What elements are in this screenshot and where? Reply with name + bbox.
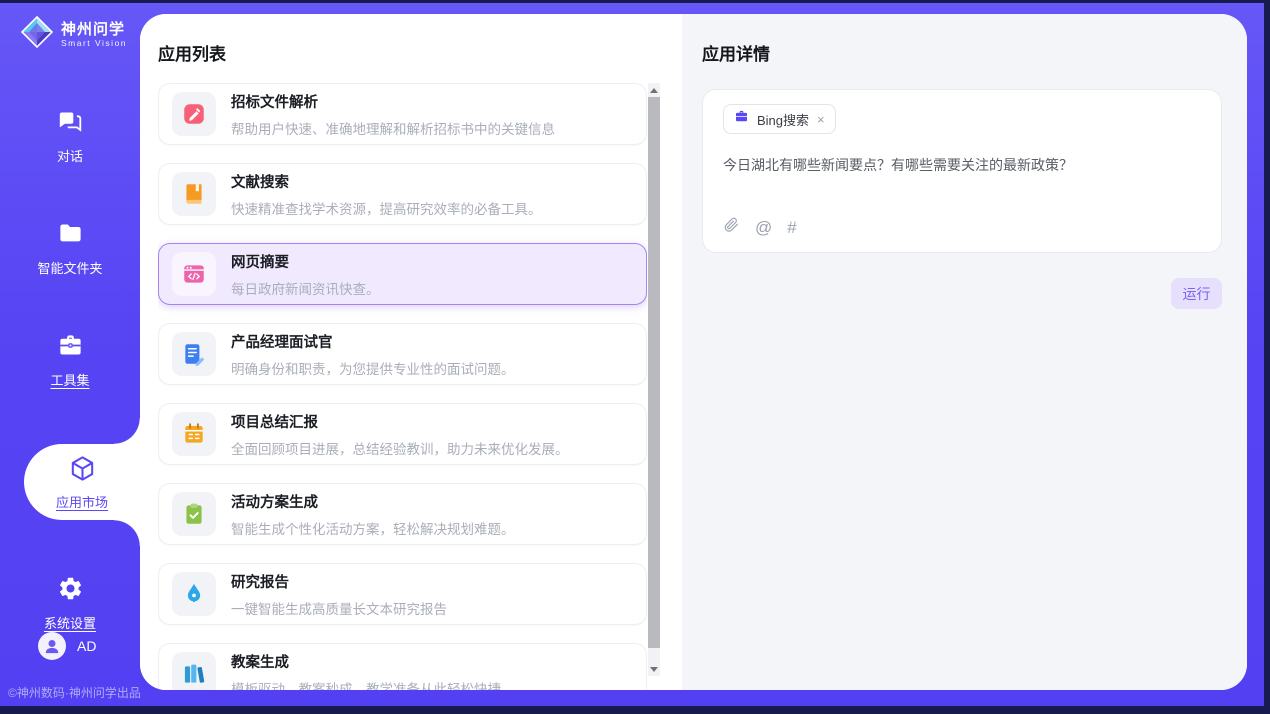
app-description: 快速精准查找学术资源，提高研究效率的必备工具。 — [231, 198, 542, 218]
brand-diamond-icon — [20, 15, 54, 54]
app-frame: 神州问学 Smart Vision 对话 — [0, 3, 1264, 706]
sidebar-item-label: 系统设置 — [44, 613, 96, 632]
sidebar-item-settings[interactable]: 系统设置 — [0, 575, 140, 632]
user-account[interactable]: AD — [38, 632, 140, 660]
research-report-icon — [172, 572, 216, 616]
sidebar-item-label: 工具集 — [50, 370, 89, 389]
sidebar-item-label: 智能文件夹 — [37, 258, 102, 277]
briefcase-icon — [734, 109, 749, 129]
toolbox-icon — [57, 332, 84, 362]
app-list-title: 应用列表 — [158, 40, 682, 65]
app-list-item[interactable]: 文献搜索 快速精准查找学术资源，提高研究效率的必备工具。 — [158, 163, 647, 225]
event-plan-icon — [172, 492, 216, 536]
user-name: AD — [77, 638, 96, 654]
app-description: 全面回顾项目进展，总结经验教训，助力未来优化发展。 — [231, 438, 569, 458]
sidebar-item-smart-folder[interactable]: 智能文件夹 — [0, 220, 140, 277]
app-name: 项目总结汇报 — [231, 411, 569, 432]
tool-chip-bing-search[interactable]: Bing搜索 × — [723, 104, 836, 134]
app-list-item[interactable]: 网页摘要 每日政府新闻资讯快查。 — [158, 243, 647, 305]
app-list-scrollbar[interactable] — [648, 83, 660, 676]
scroll-down-button[interactable] — [648, 662, 660, 676]
sidebar-nav: 对话 智能文件夹 工具集 — [0, 54, 140, 632]
app-list-item[interactable]: 活动方案生成 智能生成个性化活动方案，轻松解决规划难题。 — [158, 483, 647, 545]
prompt-toolbar: @ # — [723, 216, 1201, 240]
app-description: 智能生成个性化活动方案，轻松解决规划难题。 — [231, 518, 515, 538]
chat-icon — [57, 108, 84, 138]
avatar — [38, 632, 66, 660]
app-name: 网页摘要 — [231, 251, 380, 272]
tender-doc-icon — [172, 92, 216, 136]
close-icon[interactable]: × — [817, 113, 825, 126]
app-name: 教案生成 — [231, 651, 501, 672]
sidebar: 神州问学 Smart Vision 对话 — [0, 3, 140, 706]
app-list-item[interactable]: 招标文件解析 帮助用户快速、准确地理解和解析招标书中的关键信息 — [158, 83, 647, 145]
app-list-item[interactable]: 项目总结汇报 全面回顾项目进展，总结经验教训，助力未来优化发展。 — [158, 403, 647, 465]
gear-icon — [57, 575, 84, 605]
lesson-plan-icon — [172, 652, 216, 690]
project-summary-icon — [172, 412, 216, 456]
mention-icon[interactable]: @ — [755, 219, 772, 236]
app-list-item[interactable]: 研究报告 一键智能生成高质量长文本研究报告 — [158, 563, 647, 625]
scrollbar-thumb[interactable] — [648, 97, 660, 648]
app-detail-title: 应用详情 — [702, 40, 1247, 65]
app-description: 模板驱动，教案秒成，教学准备从此轻松快捷 — [231, 678, 501, 691]
triangle-down-icon — [650, 667, 658, 672]
sidebar-item-toolset[interactable]: 工具集 — [0, 332, 140, 389]
sidebar-item-app-market[interactable]: 应用市场 — [24, 444, 140, 520]
sidebar-item-chat[interactable]: 对话 — [0, 108, 140, 165]
scroll-up-button[interactable] — [648, 83, 660, 97]
hash-icon[interactable]: # — [787, 219, 796, 236]
app-list-item[interactable]: 教案生成 模板驱动，教案秒成，教学准备从此轻松快捷 — [158, 643, 647, 690]
app-name: 文献搜索 — [231, 171, 542, 192]
triangle-up-icon — [650, 88, 658, 93]
brand-name: 神州问学 — [61, 21, 127, 38]
prompt-input[interactable]: 今日湖北有哪些新闻要点？有哪些需要关注的最新政策？ — [723, 155, 1201, 216]
brand-subtitle: Smart Vision — [61, 38, 127, 48]
app-name: 研究报告 — [231, 571, 447, 592]
tool-chip-label: Bing搜索 — [757, 110, 809, 129]
web-summary-icon — [172, 252, 216, 296]
app-list: 招标文件解析 帮助用户快速、准确地理解和解析招标书中的关键信息 文献搜索 快速精… — [158, 83, 647, 690]
app-name: 产品经理面试官 — [231, 331, 515, 352]
prompt-card: Bing搜索 × 今日湖北有哪些新闻要点？有哪些需要关注的最新政策？ @ # — [702, 89, 1222, 253]
sidebar-item-label: 应用市场 — [56, 492, 108, 511]
app-description: 一键智能生成高质量长文本研究报告 — [231, 598, 447, 618]
app-description: 明确身份和职责，为您提供专业性的面试问题。 — [231, 358, 515, 378]
app-description: 帮助用户快速、准确地理解和解析招标书中的关键信息 — [231, 118, 555, 138]
brand-logo: 神州问学 Smart Vision — [0, 3, 140, 54]
literature-search-icon — [172, 172, 216, 216]
app-name: 招标文件解析 — [231, 91, 555, 112]
app-list-item[interactable]: 产品经理面试官 明确身份和职责，为您提供专业性的面试问题。 — [158, 323, 647, 385]
app-detail-panel: 应用详情 Bing搜索 × 今日湖北有哪些新闻要点？有哪些需要关注的最新政策 — [682, 14, 1247, 690]
folder-icon — [57, 220, 84, 250]
sidebar-item-label: 对话 — [57, 146, 83, 165]
copyright-text: ©神州数码·神州问学出品 — [8, 684, 140, 701]
run-button[interactable]: 运行 — [1171, 278, 1222, 309]
pm-interviewer-icon — [172, 332, 216, 376]
main-content: 应用列表 招标文件解析 帮助用户快速、准确地理解和解析招标书中的关键信息 文献搜… — [140, 14, 1247, 690]
app-list-panel: 应用列表 招标文件解析 帮助用户快速、准确地理解和解析招标书中的关键信息 文献搜… — [140, 14, 682, 690]
app-description: 每日政府新闻资讯快查。 — [231, 278, 380, 298]
attachment-icon[interactable] — [723, 216, 740, 238]
app-name: 活动方案生成 — [231, 491, 515, 512]
cube-icon — [68, 454, 97, 486]
